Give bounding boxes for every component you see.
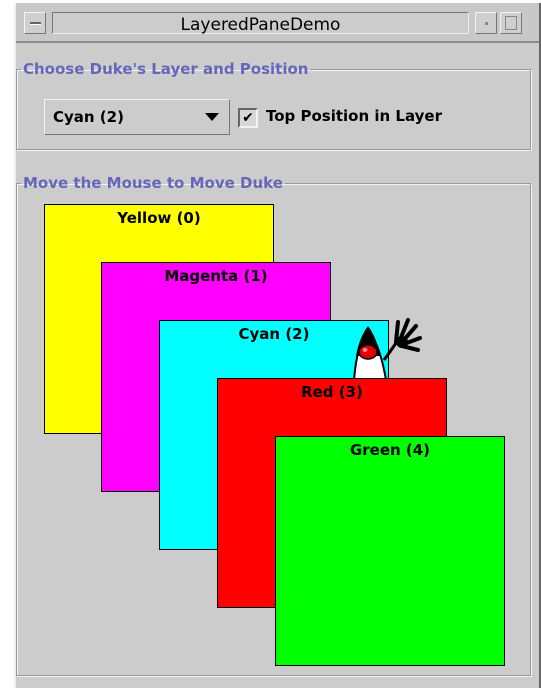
top-position-label[interactable]: Top Position in Layer [266,107,442,125]
layer-red-label: Red (3) [301,383,363,401]
top-position-checkbox[interactable]: ✔ [238,108,258,128]
layer-yellow-label: Yellow (0) [117,209,201,227]
layer-magenta-label: Magenta (1) [164,267,268,285]
title-well: LayeredPaneDemo [52,12,469,35]
chevron-down-icon [205,113,219,121]
title-bar[interactable]: LayeredPaneDemo [16,3,539,43]
layer-green: Green (4) [275,436,505,666]
move-duke-legend: Move the Mouse to Move Duke [23,174,283,192]
window-menu-icon[interactable] [24,12,46,34]
layer-position-legend: Choose Duke's Layer and Position [23,60,309,78]
minimize-icon[interactable] [475,12,497,34]
layer-select-value: Cyan (2) [53,108,124,126]
layer-green-label: Green (4) [349,441,431,459]
layer-select[interactable]: Cyan (2) [44,99,230,135]
maximize-icon[interactable] [500,12,522,34]
duke-mascot-icon[interactable] [346,316,436,380]
window-title: LayeredPaneDemo [180,15,341,35]
